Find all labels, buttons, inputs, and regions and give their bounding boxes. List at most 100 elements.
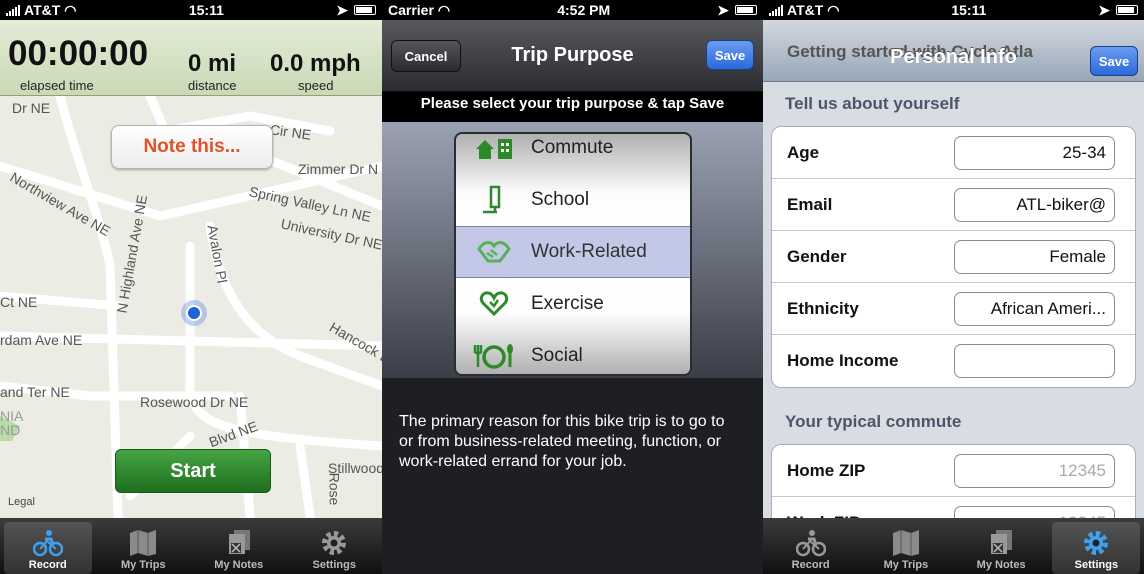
battery-icon	[353, 5, 376, 15]
notes-icon	[991, 530, 1013, 554]
clock: 4:52 PM	[557, 2, 611, 18]
gender-row[interactable]: Gender Female	[772, 231, 1135, 283]
signal-icon	[6, 4, 20, 16]
home-zip-row[interactable]: Home ZIP 12345	[772, 445, 1135, 497]
home-income-row[interactable]: Home Income	[772, 335, 1135, 387]
elapsed-time-value: 00:00:00	[8, 34, 149, 73]
bicycle-icon	[795, 530, 826, 557]
tab-my-trips[interactable]: My Trips	[99, 522, 187, 574]
start-button[interactable]: Start	[115, 449, 271, 493]
location-arrow-icon: ➤	[717, 1, 729, 18]
ethnicity-row[interactable]: Ethnicity African Ameri...	[772, 283, 1135, 335]
clock: 15:11	[188, 2, 224, 18]
tab-label: My Trips	[120, 559, 166, 571]
ethnicity-field[interactable]: African Ameri...	[954, 291, 1115, 326]
field-label: Ethnicity	[787, 298, 859, 318]
signal-icon	[769, 4, 783, 16]
pencil-icon	[456, 185, 531, 215]
picker-option-label: Work-Related	[531, 241, 647, 262]
tab-bar: Record My Trips My Notes Settings	[763, 518, 1144, 574]
section-header: Tell us about yourself	[785, 94, 960, 113]
wifi-icon: ◠	[437, 1, 451, 18]
tab-label: My Trips	[883, 559, 929, 571]
personal-info-screen: AT&T ◠ 15:11 ➤ Getting started with Cycle…	[763, 0, 1144, 574]
status-bar: AT&T ◠ 15:11 ➤	[763, 0, 1144, 20]
picker-option-label: Commute	[531, 137, 614, 158]
carrier-label: AT&T	[787, 2, 824, 18]
gender-field[interactable]: Female	[954, 239, 1115, 274]
home-income-field[interactable]	[954, 344, 1115, 378]
gear-icon	[322, 531, 347, 555]
home-building-icon	[456, 135, 531, 161]
legal-link[interactable]: Legal	[8, 496, 35, 508]
handshake-icon	[456, 237, 531, 267]
tab-label: Record	[791, 559, 830, 571]
map-area-label: ND	[0, 422, 21, 438]
picker-option-commute[interactable]: Commute	[456, 134, 690, 174]
picker-option-social[interactable]: Social	[456, 330, 690, 374]
gear-icon	[1084, 531, 1109, 555]
trip-purpose-screen: Carrier ◠ 4:52 PM ➤ Cancel Trip Purpose S…	[382, 0, 763, 574]
instruction-text: Please select your trip purpose & tap Sa…	[382, 92, 763, 122]
tab-record[interactable]: Record	[767, 522, 855, 574]
clock: 15:11	[951, 2, 987, 18]
note-this-button[interactable]: Note this...	[111, 125, 273, 169]
section-header: Your typical commute	[785, 412, 962, 431]
map-street-label: rdam Ave NE	[0, 332, 83, 348]
purpose-picker[interactable]: Commute School Work-Related Exercise Soc…	[454, 132, 692, 376]
personal-info-group: Age 25-34 Email ATL-biker@ Gender Female Et…	[771, 126, 1136, 388]
picker-area: Commute School Work-Related Exercise Soc…	[382, 122, 763, 378]
tab-bar: Record My Trips My Notes Settings	[0, 518, 382, 574]
home-zip-field[interactable]: 12345	[954, 453, 1115, 488]
map-street-label: Rosewood Dr NE	[140, 394, 249, 410]
field-label: Gender	[787, 246, 847, 266]
purpose-description: The primary reason for this bike trip is…	[399, 413, 725, 470]
field-label: Home Income	[787, 351, 899, 370]
battery-icon	[1115, 5, 1138, 15]
trip-stats-panel: 00:00:00 0 mi 0.0 mph elapsed time dista…	[0, 20, 382, 96]
speed-label: speed	[298, 78, 334, 93]
tab-settings[interactable]: Settings	[1052, 522, 1141, 574]
map-street-label: Zimmer Dr N	[298, 161, 379, 177]
distance-label: distance	[188, 78, 237, 93]
field-label: Age	[787, 142, 820, 162]
field-label: Home ZIP	[787, 460, 866, 480]
current-location-marker	[181, 300, 207, 326]
tab-record[interactable]: Record	[3, 522, 92, 574]
age-field[interactable]: 25-34	[954, 135, 1115, 170]
save-button[interactable]: Save	[1090, 46, 1138, 76]
picker-option-label: Social	[531, 345, 583, 366]
picker-option-work-related[interactable]: Work-Related	[456, 226, 690, 278]
tab-label: Record	[28, 559, 67, 571]
map-street-label: Dr NE	[12, 100, 51, 116]
dining-icon	[456, 341, 531, 371]
notes-icon	[228, 530, 250, 554]
save-button[interactable]: Save	[706, 40, 754, 70]
tab-my-trips[interactable]: My Trips	[862, 522, 950, 574]
distance-value: 0 mi	[188, 50, 237, 77]
map-icon	[130, 530, 157, 556]
age-row[interactable]: Age 25-34	[772, 127, 1135, 179]
battery-icon	[734, 5, 757, 15]
tab-label: My Notes	[214, 559, 264, 571]
tab-my-notes[interactable]: My Notes	[957, 522, 1045, 574]
tab-my-notes[interactable]: My Notes	[195, 522, 283, 574]
speed-value: 0.0 mph	[270, 50, 361, 77]
carrier-label: Carrier	[388, 2, 434, 18]
email-field[interactable]: ATL-biker@	[954, 187, 1115, 222]
nav-bar: Getting started with Cycle Atla Personal…	[763, 20, 1144, 82]
map-icon	[892, 530, 919, 556]
picker-option-exercise[interactable]: Exercise	[456, 278, 690, 330]
location-arrow-icon: ➤	[336, 1, 348, 18]
status-bar: Carrier ◠ 4:52 PM ➤	[382, 0, 763, 20]
email-row[interactable]: Email ATL-biker@	[772, 179, 1135, 231]
field-label: Email	[787, 194, 833, 214]
page-title: Personal Info	[890, 46, 1017, 68]
tab-label: Settings	[1074, 559, 1119, 571]
location-arrow-icon: ➤	[1098, 1, 1110, 18]
bicycle-icon	[32, 530, 63, 557]
record-screen: AT&T ◠ 15:11 ➤ 00:00:00 0 mi 0.0 mph elap…	[0, 0, 382, 574]
nav-bar: Cancel Trip Purpose Save	[382, 20, 763, 92]
picker-option-school[interactable]: School	[456, 174, 690, 226]
tab-settings[interactable]: Settings	[290, 522, 378, 574]
